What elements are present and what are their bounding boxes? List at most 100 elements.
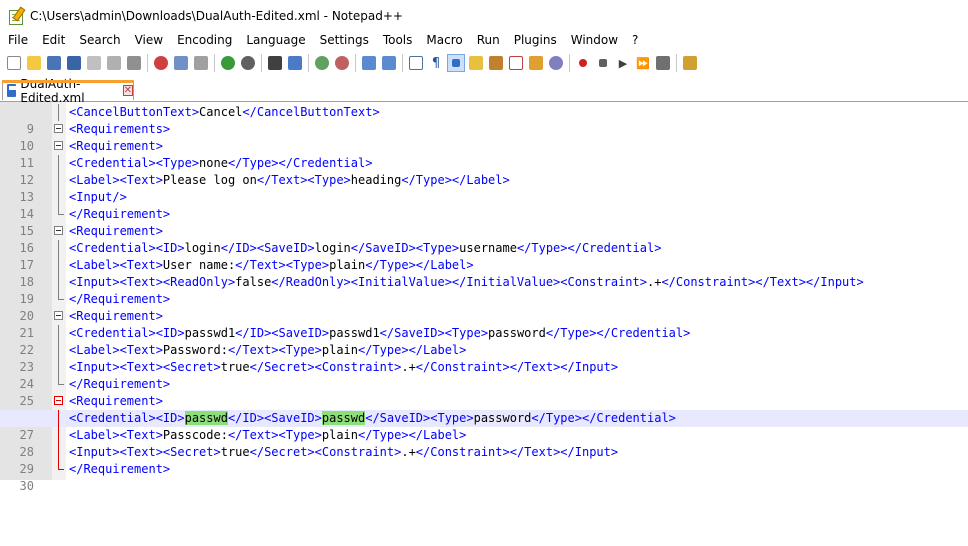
sync-vertical-icon[interactable] xyxy=(361,55,377,71)
notepad-plus-plus-icon xyxy=(8,6,26,25)
function-list-icon[interactable] xyxy=(508,55,524,71)
code-line[interactable]: 22 <Credential><ID>passwd1</ID><SaveID>p… xyxy=(0,325,968,357)
code-line[interactable]: 26 <Requirement> xyxy=(0,393,968,425)
monitoring-icon[interactable] xyxy=(548,55,564,71)
code-text: <Requirement> xyxy=(69,139,163,153)
menu-file[interactable]: File xyxy=(0,31,35,50)
zoom-out-icon[interactable] xyxy=(334,55,350,71)
user-defined-language-icon[interactable] xyxy=(468,55,484,71)
cut-icon[interactable] xyxy=(153,55,169,71)
tab-bar: DualAuth-Edited.xml ✕ xyxy=(0,77,968,105)
code-line[interactable]: 25 </Requirement> xyxy=(0,376,968,408)
indent-guide-icon[interactable] xyxy=(447,54,465,72)
fold-line xyxy=(58,104,59,121)
sync-horizontal-icon[interactable] xyxy=(381,55,397,71)
fold-toggle-icon[interactable] xyxy=(54,311,63,320)
code-line[interactable]: 21 <Requirement> xyxy=(0,308,968,340)
code-line[interactable]: 14 <Input/> xyxy=(0,189,968,221)
code-text: <Input><Text><Secret>true</Secret><Const… xyxy=(69,445,619,459)
menu-window[interactable]: Window xyxy=(564,31,625,50)
fold-line xyxy=(58,257,59,274)
close-icon[interactable] xyxy=(86,55,102,71)
code-line[interactable]: 23 <Label><Text>Password:</Text><Type>pl… xyxy=(0,342,968,374)
fold-toggle-icon[interactable] xyxy=(54,226,63,235)
save-macro-icon[interactable] xyxy=(655,55,671,71)
menu-help[interactable]: ? xyxy=(625,31,645,50)
folder-as-workspace-icon[interactable] xyxy=(528,55,544,71)
fold-end xyxy=(58,376,64,385)
search-highlight: passwd xyxy=(184,411,228,425)
menu-settings[interactable]: Settings xyxy=(313,31,376,50)
menu-search[interactable]: Search xyxy=(72,31,127,50)
show-all-characters-icon[interactable]: ¶ xyxy=(428,55,444,71)
code-line[interactable]: 20 </Requirement> xyxy=(0,291,968,323)
fold-end xyxy=(58,291,64,300)
menu-macro[interactable]: Macro xyxy=(419,31,469,50)
menu-edit[interactable]: Edit xyxy=(35,31,72,50)
code-line[interactable]: 18 <Label><Text>User name:</Text><Type>p… xyxy=(0,257,968,289)
code-text: <Label><Text>User name:</Text><Type>plai… xyxy=(69,258,474,272)
close-all-icon[interactable] xyxy=(106,55,122,71)
tab-dualauth-edited[interactable]: DualAuth-Edited.xml ✕ xyxy=(2,77,134,105)
record-macro-icon[interactable] xyxy=(575,55,591,71)
menu-view[interactable]: View xyxy=(128,31,170,50)
fold-line xyxy=(58,427,59,444)
search-highlight: passwd xyxy=(321,411,366,425)
menu-tools[interactable]: Tools xyxy=(376,31,420,50)
fold-line xyxy=(58,325,59,342)
code-line[interactable]: 15 </Requirement> xyxy=(0,206,968,238)
zoom-in-icon[interactable] xyxy=(314,55,330,71)
code-line[interactable]: 30 </Requirement> xyxy=(0,461,968,493)
toolbar-separator xyxy=(676,54,677,72)
title-bar: C:\Users\admin\Downloads\DualAuth-Edited… xyxy=(0,0,968,31)
menu-language[interactable]: Language xyxy=(239,31,312,50)
code-line[interactable]: 9 <CancelButtonText>Cancel</CancelButton… xyxy=(0,104,968,136)
code-line[interactable]: 10 <Requirements> xyxy=(0,121,968,153)
code-line[interactable]: 13 <Label><Text>Please log on</Text><Typ… xyxy=(0,172,968,204)
playback-macro-icon[interactable]: ▶ xyxy=(615,55,631,71)
code-line[interactable]: 28 <Label><Text>Passcode:</Text><Type>pl… xyxy=(0,427,968,459)
code-line[interactable]: 16 <Requirement> xyxy=(0,223,968,255)
paste-icon[interactable] xyxy=(193,55,209,71)
save-all-icon[interactable] xyxy=(66,55,82,71)
word-wrap-icon[interactable] xyxy=(408,55,424,71)
document-map-icon[interactable] xyxy=(488,55,504,71)
save-icon[interactable] xyxy=(46,55,62,71)
code-line[interactable]: 29 <Input><Text><Secret>true</Secret><Co… xyxy=(0,444,968,476)
menu-run[interactable]: Run xyxy=(470,31,507,50)
code-text: </Requirement> xyxy=(69,377,171,391)
menu-plugins[interactable]: Plugins xyxy=(507,31,564,50)
redo-icon[interactable] xyxy=(240,55,256,71)
fold-toggle-icon[interactable] xyxy=(54,396,63,405)
editor[interactable]: 9 <CancelButtonText>Cancel</CancelButton… xyxy=(0,102,968,493)
fold-end xyxy=(58,461,64,470)
close-tab-icon[interactable]: ✕ xyxy=(122,85,133,96)
code-line[interactable]: 19 <Input><Text><ReadOnly>false</ReadOnl… xyxy=(0,274,968,306)
code-text: <Input><Text><ReadOnly>false</ReadOnly><… xyxy=(69,275,864,289)
find-icon[interactable] xyxy=(267,55,283,71)
new-file-icon[interactable] xyxy=(6,55,22,71)
convert-icon[interactable] xyxy=(682,55,698,71)
code-line[interactable]: 11 <Requirement> xyxy=(0,138,968,170)
fold-line xyxy=(58,274,59,291)
fold-line xyxy=(58,189,59,206)
fold-toggle-icon[interactable] xyxy=(54,141,63,150)
fold-line xyxy=(58,342,59,359)
replace-icon[interactable] xyxy=(287,55,303,71)
stop-recording-icon[interactable] xyxy=(595,55,611,71)
code-line[interactable]: 17 <Credential><ID>login</ID><SaveID>log… xyxy=(0,240,968,272)
undo-icon[interactable] xyxy=(220,55,236,71)
code-text: <Input><Text><Secret>true</Secret><Const… xyxy=(69,360,619,374)
menu-encoding[interactable]: Encoding xyxy=(170,31,239,50)
window-title: C:\Users\admin\Downloads\DualAuth-Edited… xyxy=(30,8,403,23)
saved-file-icon xyxy=(7,84,18,97)
open-file-icon[interactable] xyxy=(26,55,42,71)
print-icon[interactable] xyxy=(126,55,142,71)
code-line[interactable]: 24 <Input><Text><Secret>true</Secret><Co… xyxy=(0,359,968,391)
code-line[interactable]: 12 <Credential><Type>none</Type></Creden… xyxy=(0,155,968,187)
fold-toggle-icon[interactable] xyxy=(54,124,63,133)
fold-line xyxy=(58,172,59,189)
copy-icon[interactable] xyxy=(173,55,189,71)
run-macro-multiple-icon[interactable]: ⏩ xyxy=(635,55,651,71)
current-code-line[interactable]: 27 <Credential><ID>passwd</ID><SaveID>pa… xyxy=(0,410,968,442)
